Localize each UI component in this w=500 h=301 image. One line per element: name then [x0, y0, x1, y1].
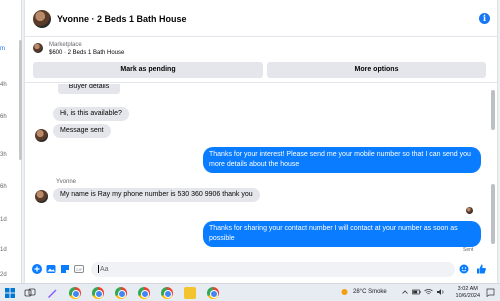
bg-item: 4h [0, 82, 7, 88]
start-icon[interactable] [4, 287, 16, 299]
sender-avatar[interactable] [35, 190, 48, 203]
message-bubble-outgoing: Thanks for sharing your contact number I… [203, 221, 481, 247]
message-bubble-incoming: Hi, is this available? [53, 107, 129, 121]
message-input[interactable]: Aa [91, 262, 455, 277]
message-list: Buyer details Hi, is this available? Mes… [25, 84, 497, 256]
bg-item: 3h [0, 152, 7, 158]
bg-item: 6h [0, 184, 7, 190]
listing-thumbnail[interactable] [33, 43, 43, 53]
bg-item: m [0, 46, 5, 52]
background-page: m 4h 6h 3h 6h 1d 1d 2d [0, 0, 22, 283]
chrome-icon[interactable] [161, 287, 173, 299]
mark-as-pending-button[interactable]: Mark as pending [33, 62, 263, 78]
bg-item: 1d [0, 217, 7, 223]
gif-icon[interactable]: GIF [74, 264, 84, 274]
messages-scrollbar-top[interactable] [491, 90, 495, 130]
sender-avatar[interactable] [35, 129, 48, 142]
chrome-icon[interactable] [92, 287, 104, 299]
notification-icon[interactable] [486, 288, 495, 299]
more-options-button[interactable]: More options [267, 62, 486, 78]
chrome-icon[interactable] [115, 287, 127, 299]
like-icon[interactable] [476, 264, 486, 274]
weather-text[interactable]: 28°C Smoke [353, 289, 387, 295]
message-bubble-incoming: Message sent [53, 124, 111, 138]
seen-avatar [466, 207, 473, 214]
message-input-placeholder: Aa [100, 266, 109, 273]
weather-icon[interactable] [340, 288, 349, 298]
task-view-icon[interactable] [24, 287, 36, 299]
bg-item: 1d [0, 247, 7, 253]
buyer-details-button[interactable]: Buyer details [58, 84, 120, 94]
listing-title[interactable]: $600 · 2 Beds 1 Bath House [49, 50, 124, 56]
chat-header: Yvonne · 2 Beds 1 Bath House i [25, 0, 497, 37]
pen-app-icon[interactable] [46, 287, 58, 299]
background-scrollbar[interactable] [19, 40, 22, 160]
system-clock[interactable]: 3:02 AM 10/6/2024 [456, 286, 480, 300]
image-icon[interactable] [46, 264, 56, 274]
message-composer: GIF Aa [25, 258, 497, 282]
file-explorer-icon[interactable] [184, 287, 196, 299]
message-bubble-outgoing: Thanks for your interest! Please send me… [203, 147, 481, 173]
taskbar: 28°C Smoke 3:02 AM 10/6/2024 [0, 283, 500, 301]
messages-scrollbar[interactable] [491, 184, 495, 244]
bg-item: 6h [0, 114, 7, 120]
chrome-icon[interactable] [69, 287, 81, 299]
clock-time: 3:02 AM [457, 286, 478, 292]
message-bubble-incoming: My name is Ray my phone number is 530 36… [53, 188, 260, 202]
volume-icon[interactable] [436, 288, 445, 298]
show-hidden-icons-icon[interactable] [401, 288, 409, 298]
emoji-icon[interactable] [459, 264, 469, 274]
chrome-icon[interactable] [207, 287, 219, 299]
info-icon[interactable]: i [479, 13, 490, 24]
bg-item: 2d [0, 272, 7, 278]
sender-name: Yvonne [56, 179, 77, 185]
wifi-icon[interactable] [424, 288, 433, 298]
listing-category: Marketplace [49, 42, 82, 48]
sticker-icon[interactable] [60, 264, 70, 274]
avatar[interactable] [33, 10, 51, 28]
chat-title[interactable]: Yvonne · 2 Beds 1 Bath House [57, 14, 187, 24]
svg-text:GIF: GIF [76, 267, 83, 272]
sent-status: Sent [463, 247, 474, 253]
add-circle-icon[interactable] [32, 264, 42, 274]
clock-date: 10/6/2024 [455, 293, 480, 299]
battery-icon[interactable] [412, 288, 421, 298]
chrome-icon[interactable] [138, 287, 150, 299]
